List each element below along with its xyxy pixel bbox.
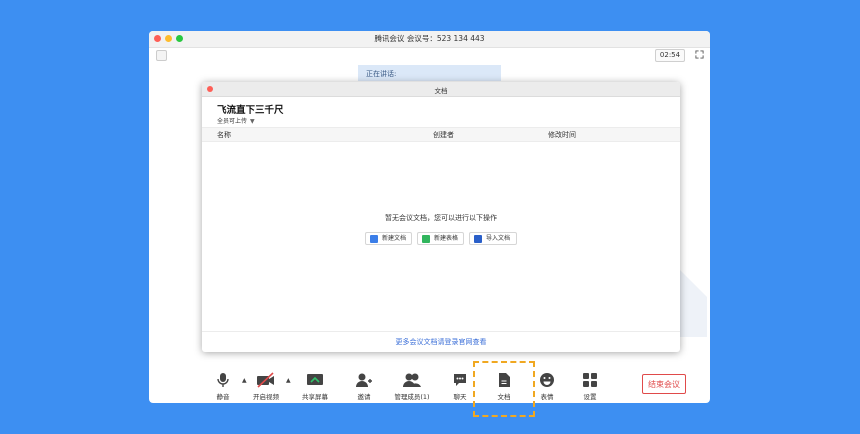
column-modified-time[interactable]: 修改时间 <box>548 130 576 140</box>
empty-state-message: 暂无会议文档，您可以进行以下操作 <box>385 214 497 222</box>
column-creator[interactable]: 创建者 <box>433 130 454 140</box>
start-video-label: 开启视频 <box>253 393 279 401</box>
chat-icon <box>454 374 466 386</box>
share-screen-button[interactable]: 共享屏幕 <box>295 369 335 401</box>
import-document-label: 导入文档 <box>486 235 511 242</box>
spreadsheet-icon <box>422 235 430 243</box>
meeting-toolbar: 静音 ▲ 开启视频 ▲ 共享屏幕 邀请 管理成员(1) 聊天 文档 表情 设置 … <box>149 369 710 403</box>
import-document-button[interactable]: 导入文档 <box>469 232 517 245</box>
chevron-down-icon: ▼ <box>250 118 255 125</box>
invite-icon <box>356 373 372 387</box>
microphone-icon <box>217 373 229 387</box>
settings-grid-icon <box>583 373 597 387</box>
new-spreadsheet-button[interactable]: 新建表格 <box>417 232 464 245</box>
settings-button[interactable]: 设置 <box>570 369 610 401</box>
invite-button[interactable]: 邀请 <box>344 369 384 401</box>
emoji-icon <box>540 373 554 387</box>
manage-members-button[interactable]: 管理成员(1) <box>392 369 432 401</box>
new-spreadsheet-label: 新建表格 <box>434 235 459 242</box>
settings-label: 设置 <box>583 393 597 401</box>
documents-title-bar: 文档 <box>202 82 680 97</box>
mute-button[interactable]: 静音 <box>203 369 243 401</box>
website-link[interactable]: 更多会议文档请登录官网查看 <box>202 331 680 352</box>
manage-members-label: 管理成员(1) <box>394 393 430 401</box>
meeting-window: 腾讯会议 会议号：523 134 443 02:54 正在讲话: 文档 飞流直下… <box>149 31 710 403</box>
mute-label: 静音 <box>216 393 230 401</box>
invite-label: 邀请 <box>357 393 371 401</box>
document-icon <box>370 235 378 243</box>
top-bar: 02:54 <box>149 48 710 62</box>
documents-table-header: 名称 创建者 修改时间 <box>202 127 680 142</box>
video-options-arrow-icon[interactable]: ▲ <box>286 377 291 384</box>
documents-panel: 文档 飞流直下三千尺 全员可上传 ▼ 名称 创建者 修改时间 暂无会议文档，您可以… <box>202 82 680 352</box>
documents-title: 文档 <box>434 87 448 95</box>
window-title: 腾讯会议 会议号：523 134 443 <box>374 34 485 43</box>
meeting-name: 飞流直下三千尺 <box>217 105 284 116</box>
speaking-indicator: 正在讲话: <box>358 65 501 81</box>
documents-button-highlight <box>473 361 535 417</box>
video-off-icon <box>257 372 274 388</box>
members-icon <box>403 373 421 387</box>
share-screen-label: 共享屏幕 <box>302 393 328 401</box>
column-name[interactable]: 名称 <box>217 130 231 140</box>
meeting-timer: 02:54 <box>655 49 685 62</box>
end-meeting-button[interactable]: 结束会议 <box>642 374 686 394</box>
upload-permission-dropdown[interactable]: 全员可上传 ▼ <box>217 116 255 125</box>
start-video-button[interactable]: 开启视频 <box>246 369 286 401</box>
title-bar: 腾讯会议 会议号：523 134 443 <box>149 31 710 48</box>
fullscreen-icon[interactable] <box>695 50 704 59</box>
import-icon <box>474 235 482 243</box>
new-document-label: 新建文档 <box>382 235 407 242</box>
new-document-button[interactable]: 新建文档 <box>365 232 412 245</box>
upload-permission-label: 全员可上传 <box>217 118 248 125</box>
shield-icon[interactable] <box>156 50 167 61</box>
share-screen-icon <box>307 374 323 385</box>
